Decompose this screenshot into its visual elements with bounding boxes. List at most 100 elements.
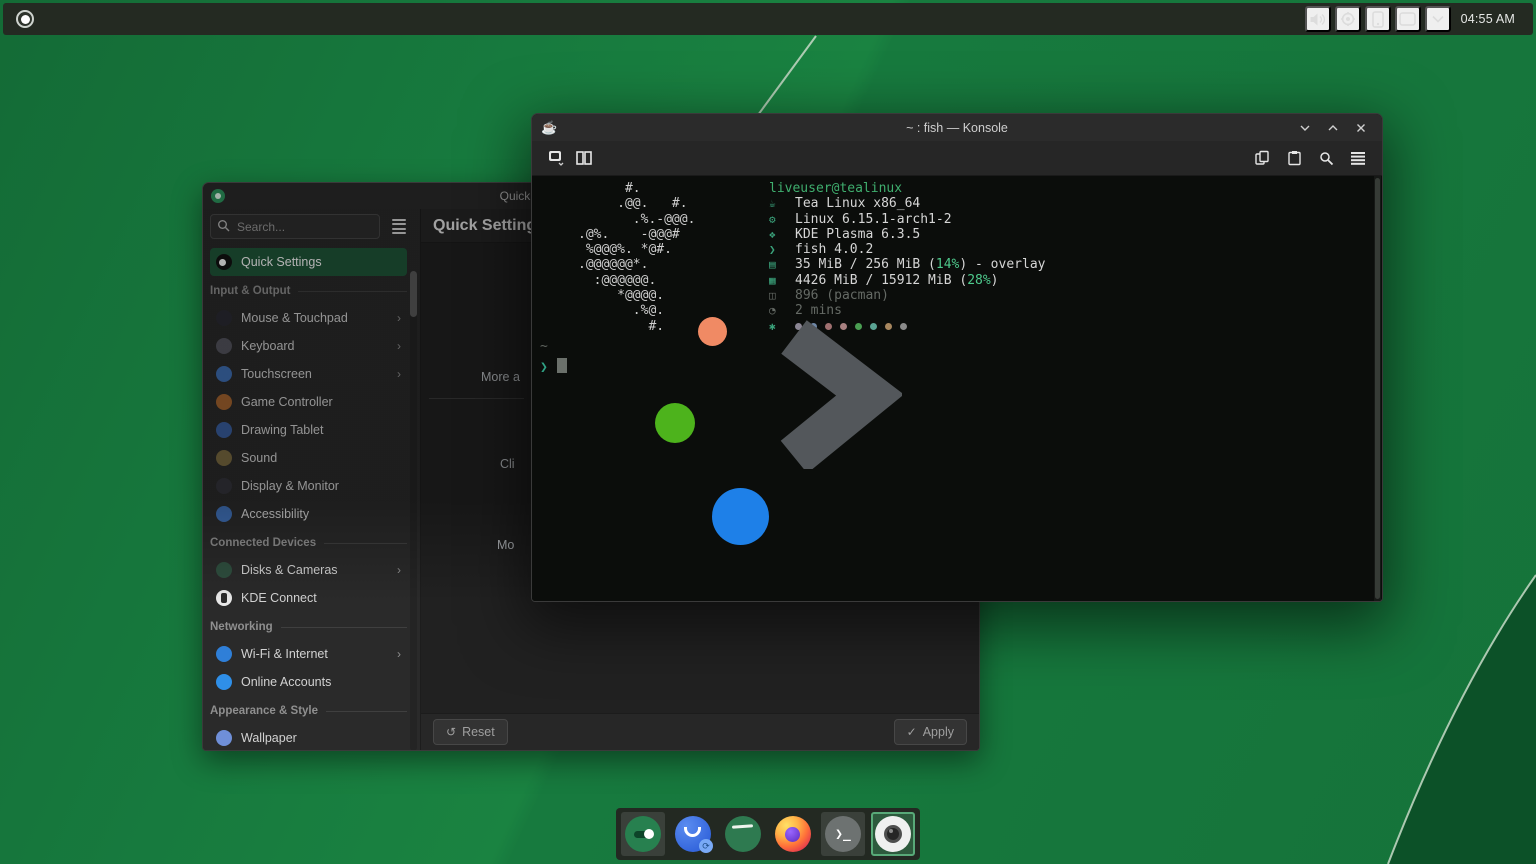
display-icon[interactable] bbox=[1395, 6, 1421, 32]
sidebar-item-accessibility[interactable]: Accessibility bbox=[210, 500, 407, 528]
sidebar-item-quick-settings[interactable]: Quick Settings bbox=[210, 248, 407, 276]
chevron-right-icon: › bbox=[397, 339, 401, 353]
sidebar-item-mouse-touchpad[interactable]: Mouse & Touchpad› bbox=[210, 304, 407, 332]
distro-logo-icon bbox=[16, 10, 34, 28]
shell-line: ❯fish 4.0.2 bbox=[769, 242, 1045, 257]
reset-button[interactable]: ↺ Reset bbox=[433, 719, 508, 745]
new-tab-icon bbox=[547, 149, 565, 167]
sidebar-item-label: Display & Monitor bbox=[241, 479, 339, 493]
sidebar-item-drawing-tablet[interactable]: Drawing Tablet bbox=[210, 416, 407, 444]
sidebar-item-label: Touchscreen bbox=[241, 367, 312, 381]
prompt-symbol-icon: ❯ bbox=[540, 360, 548, 375]
sidebar-item-wi-fi-internet[interactable]: Wi-Fi & Internet › bbox=[210, 640, 407, 668]
form-label-fragment-3: Mo bbox=[497, 538, 514, 552]
sidebar-item-label: Drawing Tablet bbox=[241, 423, 323, 437]
page-title: Quick Settings bbox=[433, 217, 545, 235]
konsole-titlebar[interactable]: ☕ ~ : fish — Konsole bbox=[532, 114, 1382, 141]
sidebar-item-label: Game Controller bbox=[241, 395, 333, 409]
sidebar-item-online-accounts[interactable]: Online Accounts bbox=[210, 668, 407, 696]
settings-sidebar: Quick SettingsInput & OutputMouse & Touc… bbox=[203, 209, 421, 750]
kernel-icon: ⚙ bbox=[769, 212, 795, 227]
sidebar-item-label: Sound bbox=[241, 451, 277, 465]
terminal-cursor bbox=[557, 358, 567, 373]
sidebar-item-label: Disks & Cameras bbox=[241, 563, 338, 577]
decorative-green-circle bbox=[655, 403, 695, 443]
sidebar-item-label: KDE Connect bbox=[241, 591, 317, 605]
fastfetch-info: liveuser@tealinux☕Tea Linux x86_64⚙Linux… bbox=[769, 181, 1045, 334]
system-settings-dock-icon[interactable] bbox=[621, 812, 665, 856]
app-launcher-button[interactable] bbox=[13, 7, 37, 31]
new-tab-button[interactable] bbox=[542, 145, 570, 171]
sidebar-item-touchscreen[interactable]: Touchscreen › bbox=[210, 360, 407, 388]
terminal-icon: ❯ bbox=[769, 242, 795, 257]
reset-icon: ↺ bbox=[446, 725, 456, 739]
tray-expand-chevron-icon[interactable] bbox=[1425, 6, 1451, 32]
search-input[interactable] bbox=[210, 214, 380, 239]
apply-button[interactable]: ✓ Apply bbox=[894, 719, 967, 745]
settings-footer: ↺ Reset ✓ Apply bbox=[421, 713, 979, 750]
chevron-right-icon: › bbox=[397, 647, 401, 661]
firefox-dock-icon[interactable] bbox=[771, 812, 815, 856]
sidebar-item-sound[interactable]: Sound bbox=[210, 444, 407, 472]
settings-status-icon[interactable] bbox=[1335, 6, 1361, 32]
copy-button[interactable] bbox=[1248, 145, 1276, 171]
find-button[interactable] bbox=[1312, 145, 1340, 171]
keyboard-icon bbox=[216, 338, 232, 354]
sidebar-section-header: Networking bbox=[210, 614, 407, 640]
search-icon bbox=[1319, 151, 1334, 166]
packages-line: ◫896 (pacman) bbox=[769, 288, 1045, 303]
fastfetch-text: 4426 MiB / 15912 MiB (28%) bbox=[795, 273, 999, 288]
sidebar-item-kde-connect[interactable]: KDE Connect bbox=[210, 584, 407, 612]
desktop[interactable]: 04:55 AM Quick Settings — System Setting… bbox=[0, 0, 1536, 864]
maximize-icon bbox=[1327, 122, 1339, 134]
volume-icon[interactable] bbox=[1305, 6, 1331, 32]
chevron-right-icon: › bbox=[397, 311, 401, 325]
sidebar-item-label: Wi-Fi & Internet bbox=[241, 647, 328, 661]
minimize-button[interactable] bbox=[1294, 118, 1316, 138]
check-icon: ✓ bbox=[907, 725, 917, 739]
online-accounts-icon bbox=[216, 674, 232, 690]
sidebar-item-display-monitor[interactable]: Display & Monitor bbox=[210, 472, 407, 500]
memory-line: ▦4426 MiB / 15912 MiB (28%) bbox=[769, 273, 1045, 288]
uptime-line: ◔2 mins bbox=[769, 303, 1045, 318]
sidebar-section-header: Connected Devices bbox=[210, 530, 407, 556]
sidebar-item-keyboard[interactable]: Keyboard› bbox=[210, 332, 407, 360]
hamburger-menu-button[interactable] bbox=[1344, 145, 1372, 171]
wallpaper-icon bbox=[216, 730, 232, 746]
decorative-chevron-shape bbox=[772, 319, 902, 469]
welcome-app-dock-icon[interactable]: ⟳ bbox=[671, 812, 715, 856]
fastfetch-text: Tea Linux x86_64 bbox=[795, 196, 920, 211]
sidebar-scrollbar[interactable] bbox=[410, 271, 417, 751]
terminal-scrollbar[interactable] bbox=[1374, 176, 1381, 601]
kde-connect-phone-icon[interactable] bbox=[1365, 6, 1391, 32]
minimize-icon bbox=[1299, 122, 1311, 134]
chevron-right-icon: › bbox=[397, 367, 401, 381]
sidebar-item-game-controller[interactable]: Game Controller bbox=[210, 388, 407, 416]
paste-button[interactable] bbox=[1280, 145, 1308, 171]
maximize-button[interactable] bbox=[1322, 118, 1344, 138]
tea-app-dock-icon[interactable] bbox=[721, 812, 765, 856]
drawing-tablet-icon bbox=[216, 422, 232, 438]
split-view-button[interactable] bbox=[570, 145, 598, 171]
sidebar-menu-button[interactable] bbox=[386, 214, 412, 239]
terminal-area[interactable]: #. .@@. #. .%.-@@@. .@%. -@@@# %@@@%. *@… bbox=[532, 176, 1382, 601]
fastfetch-text: KDE Plasma 6.3.5 bbox=[795, 227, 920, 242]
clock[interactable]: 04:55 AM bbox=[1455, 12, 1523, 26]
shell-prompt: ~ ❯ bbox=[540, 339, 567, 375]
de-line: ❖KDE Plasma 6.3.5 bbox=[769, 227, 1045, 242]
disk-line: ▤35 MiB / 256 MiB (14%) - overlay bbox=[769, 257, 1045, 272]
kde-connect-icon bbox=[216, 590, 232, 606]
menu-icon bbox=[1350, 151, 1366, 165]
close-button[interactable] bbox=[1350, 118, 1372, 138]
fastfetch-text: fish 4.0.2 bbox=[795, 242, 873, 257]
sidebar-item-disks-cameras[interactable]: Disks & Cameras› bbox=[210, 556, 407, 584]
screen-recorder-dock-icon[interactable] bbox=[871, 812, 915, 856]
sidebar-item-wallpaper[interactable]: Wallpaper bbox=[210, 724, 407, 751]
sidebar-section-header: Input & Output bbox=[210, 278, 407, 304]
split-view-icon bbox=[575, 150, 593, 166]
accent-value: 14% bbox=[936, 257, 959, 272]
form-label-fragment-1: More a bbox=[481, 370, 520, 384]
form-label-fragment-2: Cli bbox=[500, 457, 515, 471]
fastfetch-ascii-logo: #. .@@. #. .%.-@@@. .@%. -@@@# %@@@%. *@… bbox=[578, 181, 695, 334]
konsole-dock-icon[interactable]: ❯_ bbox=[821, 812, 865, 856]
